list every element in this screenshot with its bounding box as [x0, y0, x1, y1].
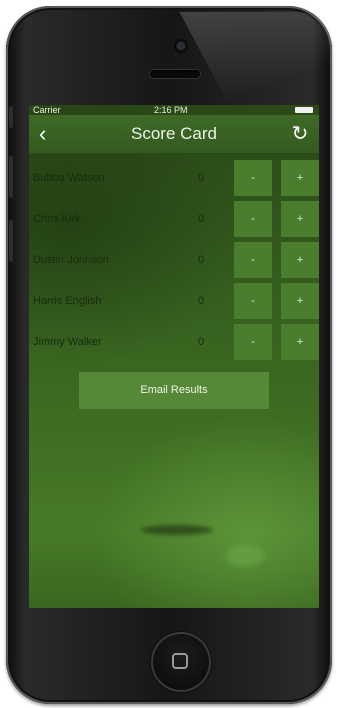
decrement-button[interactable]: -: [234, 160, 272, 196]
increment-button[interactable]: +: [281, 201, 319, 237]
navigation-bar: ‹ Score Card ↻: [29, 115, 319, 154]
volume-down-button: [9, 220, 13, 262]
status-time: 2:16 PM: [154, 105, 188, 115]
player-row: Bubba Watson 0 - +: [29, 160, 319, 196]
decrement-button[interactable]: -: [234, 324, 272, 360]
decrement-button[interactable]: -: [234, 283, 272, 319]
earpiece-speaker: [150, 70, 200, 78]
player-row: Dustin Johnson 0 - +: [29, 242, 319, 278]
player-name: Dustin Johnson: [33, 254, 109, 266]
increment-button[interactable]: +: [281, 283, 319, 319]
home-square-icon: [172, 653, 188, 669]
increment-button[interactable]: +: [281, 160, 319, 196]
carrier-label: Carrier: [33, 105, 61, 115]
player-score: 0: [197, 336, 205, 348]
player-score: 0: [197, 172, 205, 184]
player-name: Jimmy Walker: [33, 336, 102, 348]
increment-button[interactable]: +: [281, 324, 319, 360]
app-screen: Carrier 2:16 PM ‹ Score Card ↻ Bubba Wat…: [29, 105, 319, 608]
background-highlight: [225, 545, 265, 567]
proximity-sensor: [134, 73, 140, 79]
refresh-button[interactable]: ↻: [287, 121, 313, 147]
player-row: Jimmy Walker 0 - +: [29, 324, 319, 360]
player-score: 0: [197, 254, 205, 266]
background-shadow: [141, 525, 213, 535]
decrement-button[interactable]: -: [234, 242, 272, 278]
player-name: Harris English: [33, 295, 102, 307]
player-score: 0: [197, 295, 205, 307]
volume-up-button: [9, 156, 13, 198]
player-name: Bubba Watson: [33, 172, 105, 184]
battery-icon: [295, 107, 313, 113]
player-score: 0: [197, 213, 205, 225]
decrement-button[interactable]: -: [234, 201, 272, 237]
email-results-button[interactable]: Email Results: [79, 372, 269, 409]
status-bar: Carrier 2:16 PM: [29, 105, 319, 115]
increment-button[interactable]: +: [281, 242, 319, 278]
home-button[interactable]: [151, 632, 211, 692]
player-row: Harris English 0 - +: [29, 283, 319, 319]
player-row: Chris Kirk 0 - +: [29, 201, 319, 237]
refresh-icon: ↻: [291, 123, 309, 145]
player-name: Chris Kirk: [33, 213, 81, 225]
page-title: Score Card: [131, 124, 217, 143]
front-camera: [176, 41, 186, 51]
mute-switch: [9, 106, 13, 128]
